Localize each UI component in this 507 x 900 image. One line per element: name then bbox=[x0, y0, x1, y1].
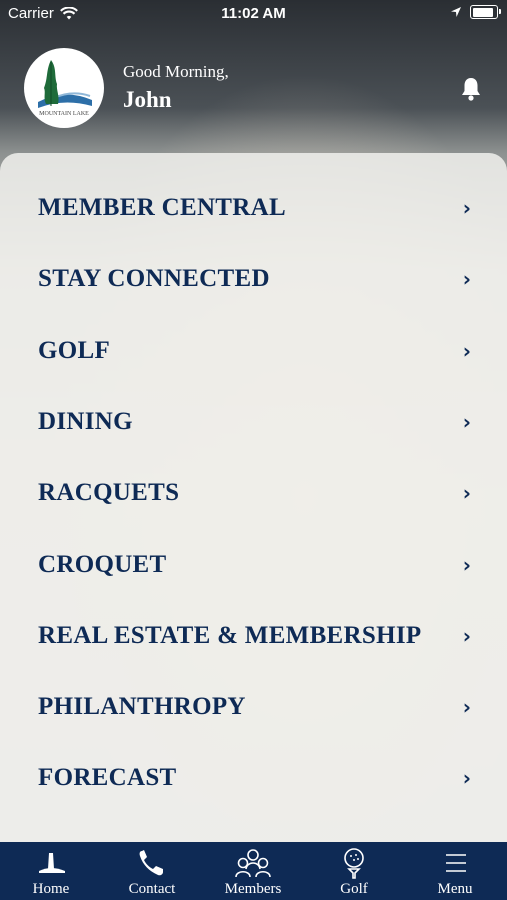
status-bar: Carrier 11:02 AM bbox=[0, 0, 507, 28]
tab-contact[interactable]: Contact bbox=[102, 842, 202, 900]
menu-item[interactable]: GOLF › bbox=[38, 329, 471, 373]
menu-item[interactable]: REAL ESTATE & MEMBERSHIP › bbox=[38, 614, 471, 658]
menu-item[interactable]: FORECAST › bbox=[38, 756, 471, 800]
phone-icon bbox=[139, 850, 163, 876]
chevron-right-icon: › bbox=[462, 267, 471, 292]
menu-item-label: CROQUET bbox=[38, 550, 167, 578]
menu-item-label: MEMBER CENTRAL bbox=[38, 194, 286, 221]
golf-ball-tee-icon bbox=[344, 848, 364, 879]
tab-label: Home bbox=[32, 881, 70, 897]
chevron-right-icon: › bbox=[462, 481, 471, 506]
battery-icon bbox=[470, 5, 501, 19]
notification-bell-icon[interactable] bbox=[459, 76, 483, 102]
chevron-right-icon: › bbox=[462, 552, 471, 577]
menu-item[interactable]: DINING › bbox=[38, 400, 471, 444]
members-icon bbox=[235, 849, 271, 878]
menu-item[interactable]: CROQUET › bbox=[38, 543, 471, 587]
home-lighthouse-icon bbox=[39, 853, 65, 873]
tab-bar: Home Contact Members Golf Menu bbox=[0, 842, 507, 900]
chevron-right-icon: › bbox=[462, 196, 471, 220]
chevron-right-icon: › bbox=[462, 623, 471, 648]
status-time: 11:02 AM bbox=[221, 5, 286, 22]
menu-item[interactable]: RACQUETS › bbox=[38, 471, 471, 515]
menu-item[interactable]: PHILANTHROPY › bbox=[38, 685, 471, 729]
menu-item-label: PHILANTHROPY bbox=[38, 693, 246, 721]
greeting-text: Good Morning, bbox=[123, 62, 229, 81]
tab-golf[interactable]: Golf bbox=[304, 842, 404, 900]
tab-home[interactable]: Home bbox=[1, 842, 101, 900]
chevron-right-icon: › bbox=[462, 695, 471, 720]
tab-label: Golf bbox=[340, 881, 368, 897]
menu-panel: MEMBER CENTRAL › STAY CONNECTED › GOLF › DININ… bbox=[0, 153, 507, 843]
menu-item-label: RACQUETS bbox=[38, 479, 180, 507]
menu-item-label: DINING bbox=[38, 407, 133, 435]
tab-label: Contact bbox=[128, 881, 176, 897]
menu-item-label: GOLF bbox=[38, 336, 111, 364]
chevron-right-icon: › bbox=[462, 766, 471, 791]
user-name: John bbox=[123, 87, 172, 112]
hamburger-menu-icon bbox=[446, 854, 466, 872]
location-arrow-icon bbox=[451, 7, 461, 17]
menu-item-label: REAL ESTATE & MEMBERSHIP bbox=[38, 621, 422, 649]
club-logo: MOUNTAIN LAKE bbox=[24, 48, 104, 128]
chevron-right-icon: › bbox=[462, 338, 471, 363]
tab-label: Menu bbox=[437, 881, 473, 897]
tab-label: Members bbox=[224, 881, 282, 897]
tab-menu[interactable]: Menu bbox=[405, 842, 505, 900]
menu-item[interactable]: STAY CONNECTED › bbox=[38, 257, 471, 301]
menu-item-label: FORECAST bbox=[38, 764, 177, 792]
header: MOUNTAIN LAKE Good Morning, John bbox=[24, 48, 483, 132]
menu-item-label: STAY CONNECTED bbox=[38, 265, 270, 293]
chevron-right-icon: › bbox=[462, 409, 471, 434]
tab-members[interactable]: Members bbox=[203, 842, 303, 900]
svg-text:MOUNTAIN LAKE: MOUNTAIN LAKE bbox=[39, 111, 89, 117]
menu-item[interactable]: MEMBER CENTRAL › bbox=[38, 186, 471, 230]
